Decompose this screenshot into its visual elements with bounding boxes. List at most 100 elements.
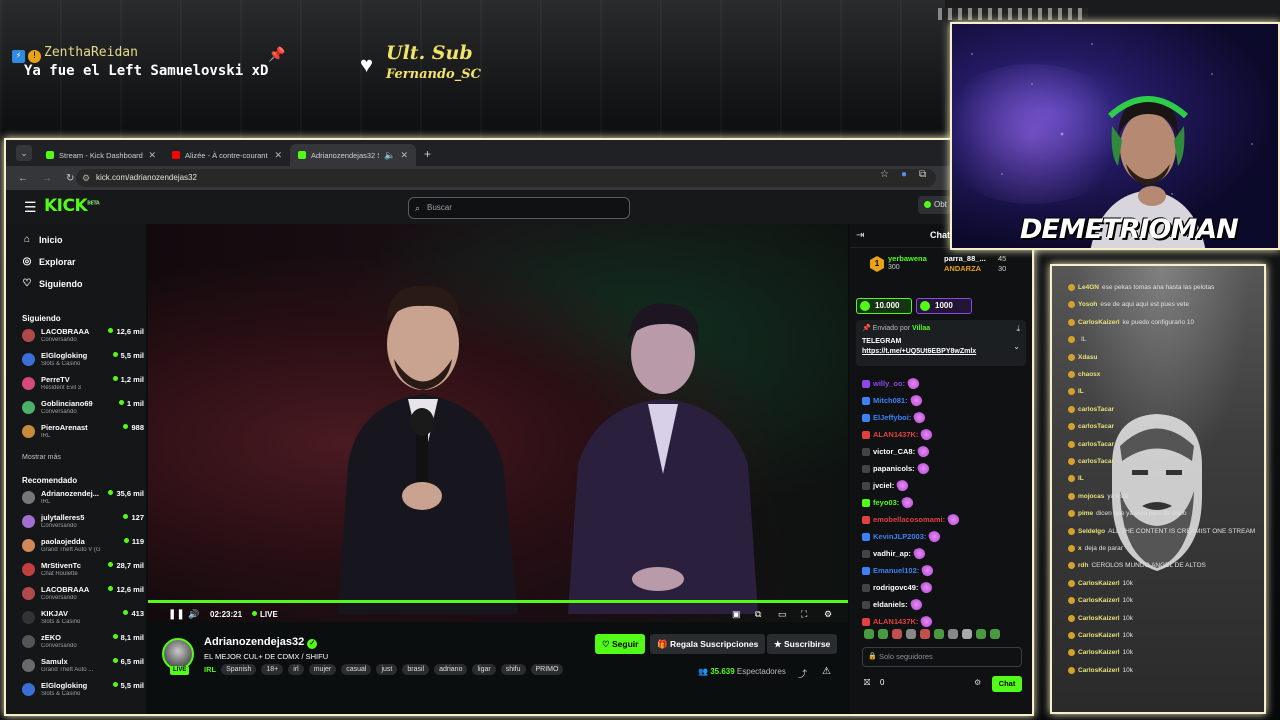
close-icon[interactable]: ✕ (148, 150, 156, 161)
sidebar-channel[interactable]: PieroArenast IRL 988 (22, 422, 144, 444)
pinned-link[interactable]: https://t.me/+UQ5Ut6EBPY8wZmlx (862, 348, 1020, 355)
sidebar-channel[interactable]: julytalleres5 Conversando 127 (22, 512, 144, 534)
show-more-link[interactable]: Mostrar más (22, 454, 61, 461)
stream-tag[interactable]: ligar (472, 664, 496, 675)
leader-2-name[interactable]: parra_88_... (944, 254, 986, 263)
obtain-button[interactable]: Obt (918, 196, 953, 214)
new-tab-icon[interactable]: + (424, 147, 431, 161)
stream-tag[interactable]: just (376, 664, 398, 675)
stream-category[interactable]: IRL (204, 665, 216, 674)
leader-1-name[interactable]: yerbawena (888, 254, 927, 263)
emote-icon[interactable] (948, 629, 958, 639)
emote-icon[interactable] (892, 629, 902, 639)
sidebar-channel[interactable]: Goblinciano69 Conversando 1 mil (22, 398, 144, 420)
progress-bar[interactable] (148, 600, 848, 603)
sidebar-channel[interactable]: ElGlogloking Slots & Casino 5,5 mil (22, 350, 144, 372)
stream-tag[interactable]: adriano (434, 664, 468, 675)
emote-icon[interactable] (878, 629, 888, 639)
subscribe-button[interactable]: ★ Suscribirse (767, 634, 838, 654)
stream-tag[interactable]: irl (288, 664, 304, 675)
sidebar-channel[interactable]: LACOBRAAA Conversando 12,6 mil (22, 326, 144, 348)
tab-stream[interactable]: Adrianozendejas32 Stream 🔈 ✕ (290, 144, 416, 166)
kick-gift-1[interactable]: 10.000 (856, 298, 912, 314)
emote-icon[interactable] (864, 629, 874, 639)
share-icon[interactable]: ⤴ (798, 667, 807, 680)
nav-explorar[interactable]: ◎ Explorar (22, 256, 76, 267)
sidebar-channel[interactable]: Adrianozendej... IRL 35,6 mil (22, 488, 144, 510)
chat-username[interactable]: KevinJLP2003: (873, 532, 926, 541)
close-icon[interactable]: ✕ (274, 150, 282, 161)
chat-username[interactable]: vadhir_ap: (873, 549, 911, 558)
theater-icon[interactable]: ▭ (778, 609, 787, 620)
emote-icon[interactable] (990, 629, 1000, 639)
chevron-down-icon[interactable]: ⌄ (1013, 342, 1020, 351)
follow-button[interactable]: ♡ Seguir (595, 634, 646, 654)
chat-username[interactable]: eldaniels: (873, 600, 908, 609)
chat-username[interactable]: feyo03: (873, 498, 899, 507)
sidebar-channel[interactable]: KIKJAV Slots & Casino 413 (22, 608, 144, 630)
chat-username[interactable]: victor_CA8: (873, 447, 915, 456)
extension-icon[interactable]: ● (901, 169, 907, 180)
leader-2-sub[interactable]: ANDARZA (944, 264, 981, 273)
chat-input[interactable]: 🔒 Solo seguidores (862, 647, 1022, 667)
chat-username[interactable]: ElJeffyboi: (873, 413, 911, 422)
forward-icon[interactable]: → (42, 173, 52, 184)
miniplayer-icon[interactable]: ▣ (732, 609, 741, 620)
back-icon[interactable]: ← (18, 173, 28, 184)
chat-settings-icon[interactable]: ⚙ (974, 678, 981, 687)
gift-subs-button[interactable]: 🎁 Regala Suscripciones (650, 634, 766, 654)
chat-username[interactable]: rodrigovc49: (873, 583, 918, 592)
tab-kick-dashboard[interactable]: Stream - Kick Dashboard ✕ (38, 144, 164, 166)
chat-username[interactable]: Emanuel102: (873, 566, 919, 575)
chat-username[interactable]: ALAN1437K: (873, 430, 918, 439)
kick-logo[interactable]: KICKBETA (44, 196, 100, 216)
emote-icon[interactable] (962, 629, 972, 639)
settings-icon[interactable]: ⚙ (824, 609, 832, 620)
menu-icon[interactable]: ☰ (24, 199, 37, 216)
stream-tag[interactable]: casual (341, 664, 372, 675)
chat-username[interactable]: ALAN1437K: (873, 617, 918, 626)
gift-icon[interactable]: ⛝ (864, 678, 870, 688)
sidebar-channel[interactable]: MrStivenTc Chat Roulette 28,7 mil (22, 560, 144, 582)
sidebar-channel[interactable]: paolaojedda Grand Theft Auto V (G... 119 (22, 536, 144, 558)
send-chat-button[interactable]: Chat (992, 676, 1022, 692)
puzzle-icon[interactable]: ⧉ (919, 169, 926, 180)
emote-icon[interactable] (934, 629, 944, 639)
stream-tag[interactable]: 18+ (261, 664, 284, 675)
stream-tag[interactable]: shifu (500, 664, 526, 675)
chat-username[interactable]: jvciel: (873, 481, 894, 490)
sidebar-channel[interactable]: LACOBRAAA Conversando 12,6 mil (22, 584, 144, 606)
nav-siguiendo[interactable]: ♡ Siguiendo (22, 278, 83, 289)
kick-gift-2[interactable]: 1000 (916, 298, 972, 314)
nav-inicio[interactable]: ⌂ Inicio (22, 234, 63, 245)
sidebar-channel[interactable]: PerreTV Resident Evil 3 1,2 mil (22, 374, 144, 396)
stream-tag[interactable]: PRIMO (530, 664, 564, 675)
stream-tag[interactable]: Spanish (221, 664, 257, 675)
fullscreen-icon[interactable]: ⛶ (801, 609, 807, 620)
speaker-icon[interactable]: 🔈 (384, 150, 395, 161)
emote-icon[interactable] (906, 629, 916, 639)
bookmark-star-icon[interactable]: ☆ (880, 169, 889, 180)
emote-icon[interactable] (920, 629, 930, 639)
report-icon[interactable]: ⚠ (822, 666, 831, 677)
pinned-by-user[interactable]: Villaa (912, 325, 930, 332)
stream-tag[interactable]: mujer (308, 664, 337, 675)
chat-username[interactable]: emobellacosomami: (873, 515, 945, 524)
tab-search-icon[interactable]: ⌄ (16, 145, 32, 161)
reload-icon[interactable]: ↻ (66, 173, 74, 184)
sidebar-channel[interactable]: zEKO Conversando 8,1 mil (22, 632, 144, 654)
search-input[interactable]: ⌕ Buscar (408, 197, 630, 219)
close-icon[interactable]: ✕ (400, 150, 408, 161)
chat-username[interactable]: papanicols: (873, 464, 915, 473)
volume-icon[interactable]: 🔊 (188, 609, 199, 620)
stream-tag[interactable]: brasil (402, 664, 430, 675)
chat-username[interactable]: Mitch081: (873, 396, 908, 405)
clip-icon[interactable]: ⧉ (755, 609, 761, 620)
sidebar-channel[interactable]: Samulx Grand Theft Auto ... 6,5 mil (22, 656, 144, 678)
streamer-name[interactable]: Adrianozendejas32 ✓ (204, 636, 318, 649)
collapse-chat-icon[interactable]: ⇥ (856, 230, 864, 241)
emote-icon[interactable] (976, 629, 986, 639)
chat-username[interactable]: willy_oo: (873, 379, 905, 388)
tab-youtube[interactable]: Alizée - À contre-courant (Offi ✕ (164, 144, 290, 166)
sidebar-channel[interactable]: ElGlogloking Slots & Casino 5,5 mil (22, 680, 144, 702)
